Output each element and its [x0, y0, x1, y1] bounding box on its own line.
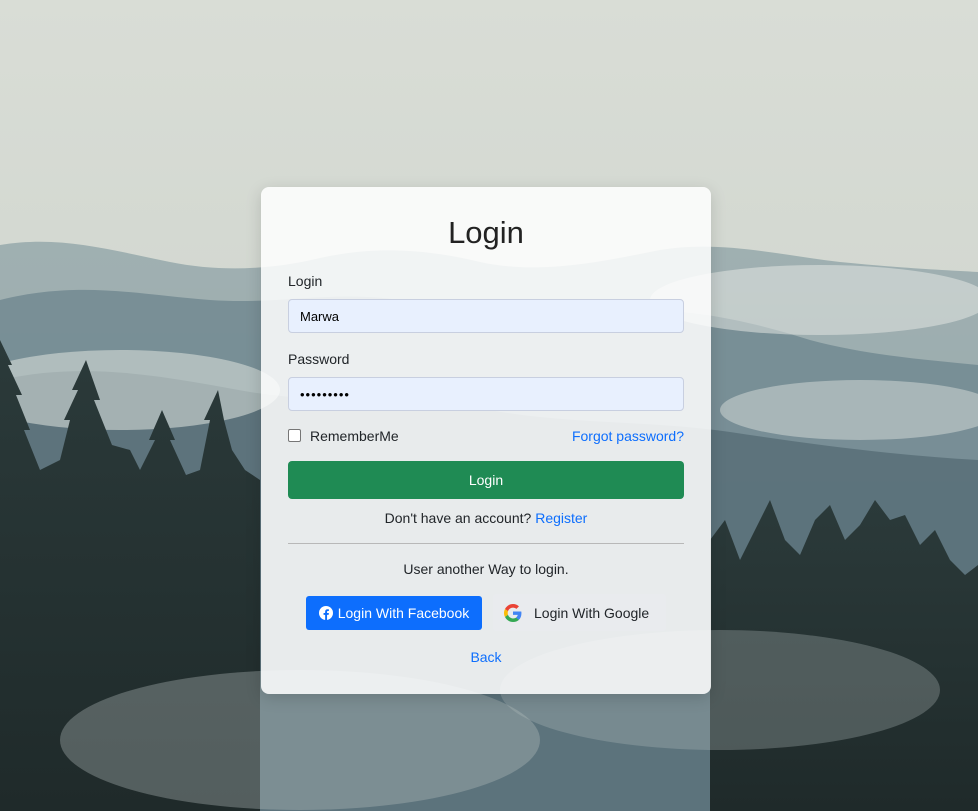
facebook-login-label: Login With Facebook	[337, 605, 470, 621]
register-row: Don't have an account? Register	[261, 510, 711, 526]
no-account-text: Don't have an account?	[384, 510, 532, 526]
password-input[interactable]	[288, 377, 684, 411]
facebook-icon	[318, 606, 333, 620]
back-link[interactable]: Back	[470, 649, 501, 665]
login-input[interactable]	[288, 299, 684, 333]
remember-me-checkbox[interactable]	[288, 429, 301, 442]
register-link[interactable]: Register	[535, 510, 587, 526]
forgot-password-link[interactable]: Forgot password?	[572, 428, 684, 444]
login-card: Login Login Password RememberMe Forgot p…	[261, 187, 711, 694]
login-button[interactable]: Login	[288, 461, 684, 499]
login-label: Login	[288, 273, 323, 289]
facebook-login-button[interactable]: Login With Facebook	[306, 596, 482, 630]
google-icon	[504, 603, 522, 622]
remember-me-label[interactable]: RememberMe	[310, 428, 399, 444]
other-login-text: User another Way to login.	[403, 561, 569, 577]
divider	[288, 543, 684, 544]
remember-row: RememberMe Forgot password?	[288, 428, 684, 445]
google-login-button[interactable]: Login With Google	[493, 594, 666, 631]
back-row: Back	[261, 649, 711, 665]
google-login-label: Login With Google	[534, 604, 650, 621]
page-title: Login	[448, 215, 524, 250]
password-label: Password	[288, 351, 350, 367]
